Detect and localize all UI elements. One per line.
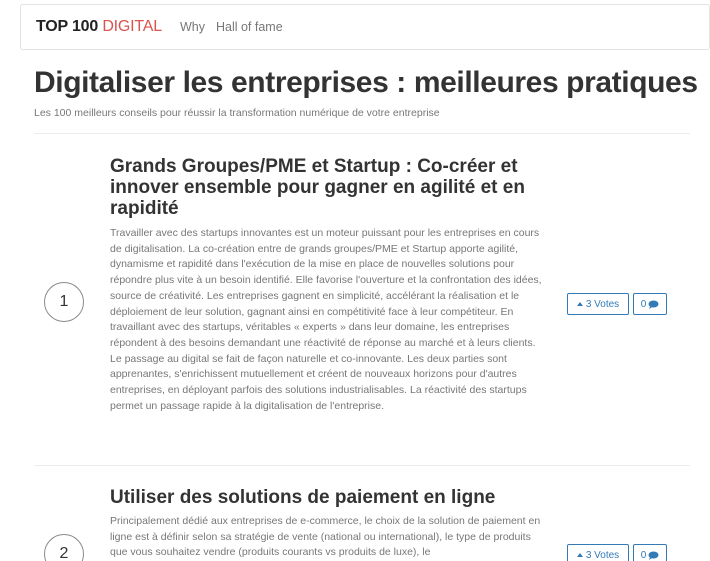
comment-button[interactable]: 0 [633,293,667,315]
page-subtitle: Les 100 meilleurs conseils pour réussir … [34,107,440,119]
entry-title[interactable]: Utiliser des solutions de paiement en li… [110,487,610,508]
section-divider [34,465,690,466]
nav-link-hall-of-fame[interactable]: Hall of fame [216,20,283,34]
comment-count: 0 [640,549,647,561]
top-navbar: TOP 100 DIGITAL Why Hall of fame [20,4,710,50]
nav-link-why[interactable]: Why [180,20,205,34]
rank-badge: 1 [44,282,84,322]
entry-body: Principalement dédié aux entreprises de … [110,515,541,559]
comment-icon [648,551,659,560]
brand-top: TOP 100 [36,18,99,35]
section-divider [34,133,690,134]
brand-logo[interactable]: TOP 100 DIGITAL [36,18,162,36]
comment-count: 0 [640,298,647,310]
vote-count: 3 Votes [585,298,620,310]
entry-title[interactable]: Grands Groupes/PME et Startup : Co-créer… [110,156,550,219]
page-title: Digitaliser les entreprises : meilleures… [34,66,698,99]
vote-button[interactable]: 3 Votes [567,544,629,561]
rank-badge: 2 [44,534,84,561]
caret-up-icon [576,302,583,306]
vote-button[interactable]: 3 Votes [567,293,629,315]
brand-digital: DIGITAL [102,18,162,35]
entry-body: Travailler avec des startups innovantes … [110,227,542,412]
vote-count: 3 Votes [585,549,620,561]
caret-up-icon [576,553,583,557]
comment-button[interactable]: 0 [633,544,667,561]
comment-icon [648,300,659,309]
